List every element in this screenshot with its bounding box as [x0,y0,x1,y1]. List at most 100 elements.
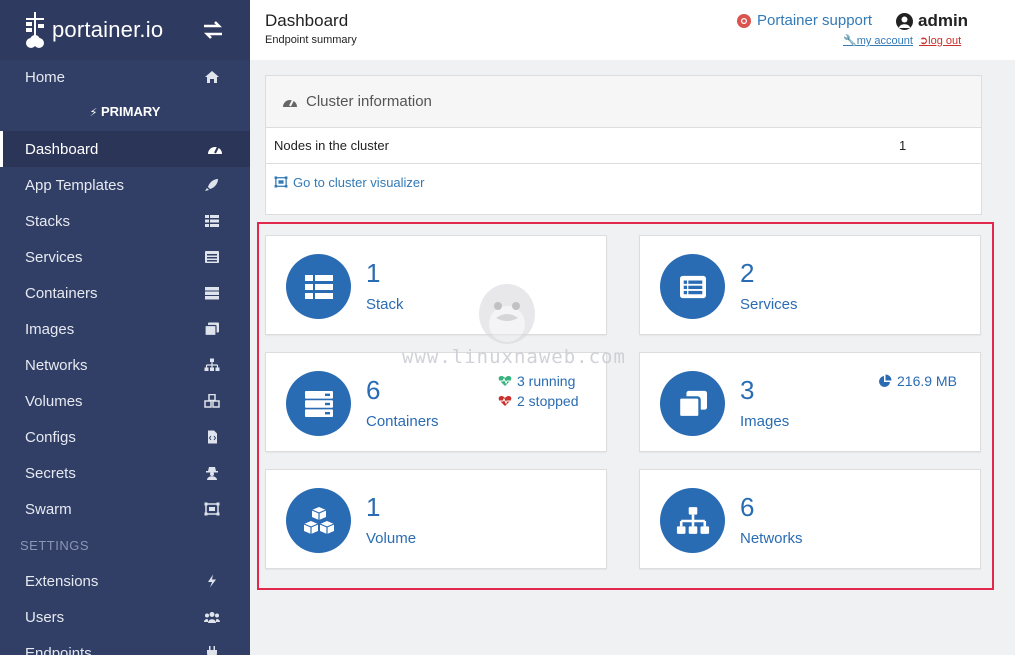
exchange-icon[interactable] [202,20,224,40]
th-list-icon [205,215,219,227]
server-icon [304,390,333,417]
running-status: 3 running [498,373,575,389]
sidebar-item-label: Services [25,248,83,266]
sitemap-icon [676,506,709,534]
sidebar-item-label: Extensions [25,572,99,590]
stack-label: Stack [366,296,404,313]
cubes-icon [204,394,220,408]
sidebar-item-endpoints[interactable]: Endpoints [0,635,250,655]
sidebar-item-label: Home [25,68,66,86]
list-alt-icon [205,251,219,263]
user-menu: admin [896,11,968,31]
wrench-icon: 🔧 [843,35,857,47]
sidebar-item-label: Users [25,608,65,626]
page-subtitle: Endpoint summary [265,34,357,46]
services-circle [660,254,725,319]
log-out-link[interactable]: ➲log out [919,34,961,47]
sidebar-item-app-templates[interactable]: App Templates [0,167,250,203]
sidebar-item-label: Endpoints [25,644,92,655]
my-account-link[interactable]: 🔧my account [843,34,913,47]
sidebar-item-label: Networks [25,356,88,374]
sidebar-item-label: Stacks [25,212,71,230]
bolt-icon [208,574,216,588]
clone-icon [204,322,219,336]
object-group-icon [204,502,220,516]
sitemap-icon [204,358,220,371]
heartbeat-icon [498,376,512,386]
pie-chart-icon [879,374,892,387]
sidebar-item-stacks[interactable]: Stacks [0,203,250,239]
images-count: 3 [740,375,755,405]
sidebar-item-services[interactable]: Services [0,239,250,275]
sidebar-item-home[interactable]: Home [0,59,250,95]
penguin-watermark-icon [479,284,535,344]
plug-icon: ⚡ [89,107,98,119]
heartbeat-icon [498,396,512,406]
services-label: Services [740,296,798,313]
rocket-icon [205,179,218,191]
user-secret-icon [206,467,218,480]
networks-count: 6 [740,492,755,522]
life-ring-icon [737,13,751,28]
sidebar-item-label: Swarm [25,500,72,518]
stacks-tile[interactable]: 1 Stack [265,235,607,335]
volumes-tile[interactable]: 1 Volume [265,469,607,569]
account-links: 🔧my account ➲log out [843,34,961,47]
plug-icon [207,646,217,655]
networks-circle [660,488,725,553]
volume-label: Volume [366,530,417,547]
sidebar-item-label: App Templates [25,176,124,194]
clone-icon [677,390,707,418]
watermark-text: www.linuxnaweb.com [402,346,626,368]
sidebar-item-containers[interactable]: Containers [0,275,250,311]
sidebar-item-label: Volumes [25,392,83,410]
containers-label: Containers [366,413,439,430]
sidebar-item-label: Images [25,320,75,338]
containers-count: 6 [366,375,381,405]
home-icon [205,71,219,83]
users-icon [204,612,220,623]
nodes-label: Nodes in the cluster [274,138,389,153]
cubes-icon [303,506,334,534]
sidebar-item-volumes[interactable]: Volumes [0,383,250,419]
stopped-status: 2 stopped [498,393,579,409]
object-group-icon [274,176,288,188]
containers-circle [286,371,351,436]
support-link[interactable]: Portainer support [737,12,872,29]
sidebar-item-swarm[interactable]: Swarm [0,491,250,527]
file-code-icon [208,430,217,444]
username: admin [918,11,969,30]
cluster-information-panel: Cluster information Nodes in the cluster… [265,75,982,215]
sidebar-item-label: Containers [25,284,98,302]
services-tile[interactable]: 2 Services [639,235,981,335]
images-tile[interactable]: 3 Images 216.9 MB [639,352,981,452]
sidebar-item-dashboard[interactable]: Dashboard [0,131,250,167]
sidebar: portainer.io Home ⚡ PRIMARY Dashboard Ap… [0,0,250,655]
portainer-logo-icon [26,12,44,48]
sidebar-item-label: Configs [25,428,76,446]
cluster-nodes-row: Nodes in the cluster 1 [266,128,981,164]
user-circle-icon [896,12,913,30]
list-alt-icon [679,275,706,298]
sidebar-item-secrets[interactable]: Secrets [0,455,250,491]
endpoint-label: ⚡ PRIMARY [89,104,161,119]
server-icon [205,287,219,300]
images-circle [660,371,725,436]
tachometer-icon [208,146,222,154]
services-count: 2 [740,258,755,288]
volume-circle [286,488,351,553]
volume-count: 1 [366,492,381,522]
sidebar-item-configs[interactable]: Configs [0,419,250,455]
sidebar-item-extensions[interactable]: Extensions [0,563,250,599]
cluster-panel-title: Cluster information [306,93,432,110]
sidebar-item-users[interactable]: Users [0,599,250,635]
networks-tile[interactable]: 6 Networks [639,469,981,569]
brand-name: portainer.io [52,17,164,42]
sidebar-item-networks[interactable]: Networks [0,347,250,383]
images-label: Images [740,413,790,430]
stack-circle [286,254,351,319]
sidebar-item-images[interactable]: Images [0,311,250,347]
images-size: 216.9 MB [878,373,957,389]
cluster-panel-header: Cluster information [266,76,981,128]
cluster-visualizer-link[interactable]: Go to cluster visualizer [266,164,981,200]
